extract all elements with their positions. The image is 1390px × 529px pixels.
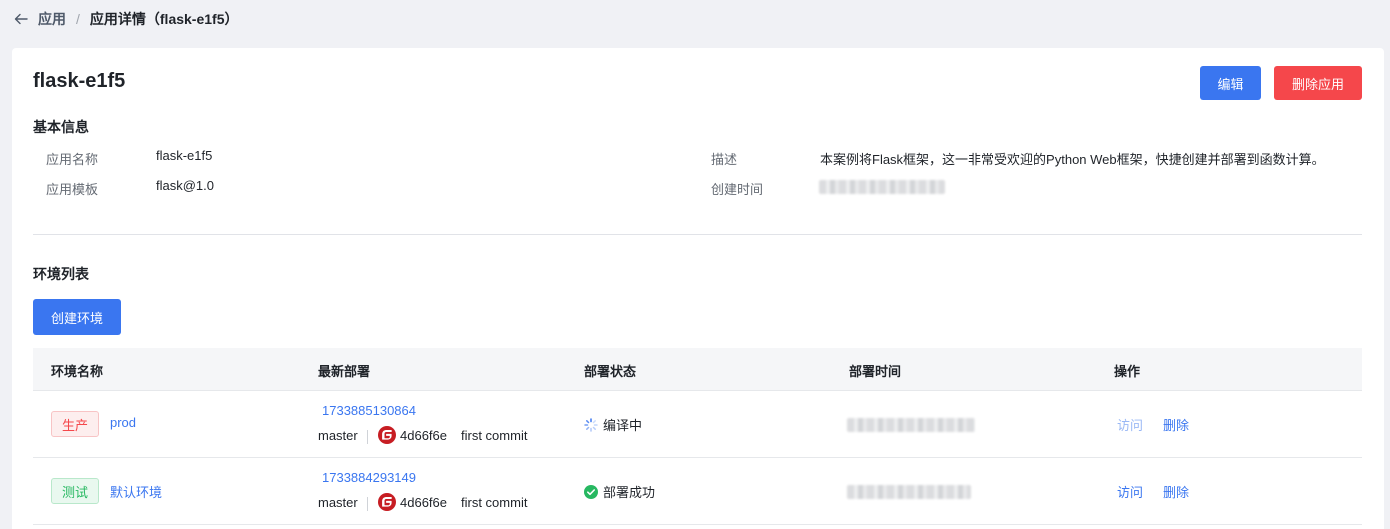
breadcrumb-current: 应用详情（flask-e1f5） bbox=[89, 11, 239, 27]
col-env-name: 环境名称 bbox=[51, 364, 104, 379]
created-time-value-blurred bbox=[819, 180, 945, 194]
commit-hash: 4d66f6e bbox=[400, 428, 447, 443]
deploy-id-link[interactable]: 1733885130864 bbox=[322, 403, 416, 418]
app-name-value: flask-e1f5 bbox=[156, 148, 213, 163]
success-check-icon bbox=[584, 484, 598, 499]
delete-env-link[interactable]: 删除 bbox=[1163, 482, 1189, 501]
env-table: 环境名称 最新部署 部署状态 部署时间 操作 生产 prod 173388513… bbox=[33, 348, 1362, 525]
deploy-status: 部署成功 bbox=[584, 482, 655, 501]
env-tag-prod: 生产 bbox=[51, 411, 100, 437]
delete-env-link[interactable]: 删除 bbox=[1163, 415, 1189, 434]
app-template-label: 应用模板 bbox=[46, 182, 99, 197]
app-detail-card: flask-e1f5 编辑 删除应用 基本信息 应用名称 flask-e1f5 … bbox=[12, 48, 1384, 529]
table-row: 测试 默认环境 1733884293149 master 4d66f6e fir… bbox=[33, 458, 1362, 525]
divider bbox=[367, 497, 368, 511]
commit-hash: 4d66f6e bbox=[400, 495, 447, 510]
deploy-time-blurred bbox=[847, 485, 971, 499]
branch-name: master bbox=[318, 428, 358, 443]
table-header: 环境名称 最新部署 部署状态 部署时间 操作 bbox=[33, 348, 1362, 391]
deploy-time-blurred bbox=[847, 418, 975, 432]
col-deploy-status: 部署状态 bbox=[584, 364, 637, 379]
deploy-status-text: 部署成功 bbox=[603, 485, 656, 500]
basic-info-title: 基本信息 bbox=[33, 119, 89, 135]
env-tag-test: 测试 bbox=[51, 478, 100, 504]
gitee-icon bbox=[378, 426, 396, 444]
breadcrumb-separator: / bbox=[76, 11, 80, 27]
page-title: flask-e1f5 bbox=[33, 70, 126, 92]
app-name-label: 应用名称 bbox=[46, 152, 99, 167]
visit-link[interactable]: 访问 bbox=[1117, 415, 1143, 434]
delete-app-button[interactable]: 删除应用 bbox=[1274, 66, 1362, 100]
description-label: 描述 bbox=[711, 152, 738, 167]
visit-link[interactable]: 访问 bbox=[1117, 482, 1143, 501]
commit-message: first commit bbox=[461, 495, 528, 510]
divider bbox=[367, 430, 368, 444]
arrow-left-icon[interactable] bbox=[12, 10, 30, 28]
create-env-button[interactable]: 创建环境 bbox=[33, 299, 121, 335]
created-time-label: 创建时间 bbox=[711, 182, 764, 197]
loading-spinner-icon bbox=[584, 417, 598, 432]
section-divider bbox=[33, 234, 1362, 235]
env-name-link[interactable]: 默认环境 bbox=[110, 482, 162, 501]
env-name-link[interactable]: prod bbox=[110, 415, 136, 430]
table-row: 生产 prod 1733885130864 master 4d66f6e fir… bbox=[33, 391, 1362, 458]
edit-button[interactable]: 编辑 bbox=[1200, 66, 1261, 100]
branch-name: master bbox=[318, 495, 358, 510]
deploy-status: 编译中 bbox=[584, 415, 642, 434]
col-actions: 操作 bbox=[1114, 364, 1141, 379]
deploy-status-text: 编译中 bbox=[603, 418, 643, 433]
gitee-icon bbox=[378, 493, 396, 511]
app-template-value: flask@1.0 bbox=[156, 178, 214, 193]
description-value: 本案例将Flask框架，这一非常受欢迎的Python Web框架，快捷创建并部署… bbox=[820, 152, 1325, 167]
breadcrumb-apps-link[interactable]: 应用 bbox=[38, 9, 66, 29]
commit-message: first commit bbox=[461, 428, 528, 443]
breadcrumb: 应用 / 应用详情（flask-e1f5） bbox=[12, 9, 238, 29]
deploy-id-link[interactable]: 1733884293149 bbox=[322, 470, 416, 485]
col-latest-deploy: 最新部署 bbox=[318, 364, 371, 379]
env-list-title: 环境列表 bbox=[33, 266, 89, 282]
col-deploy-time: 部署时间 bbox=[849, 364, 902, 379]
